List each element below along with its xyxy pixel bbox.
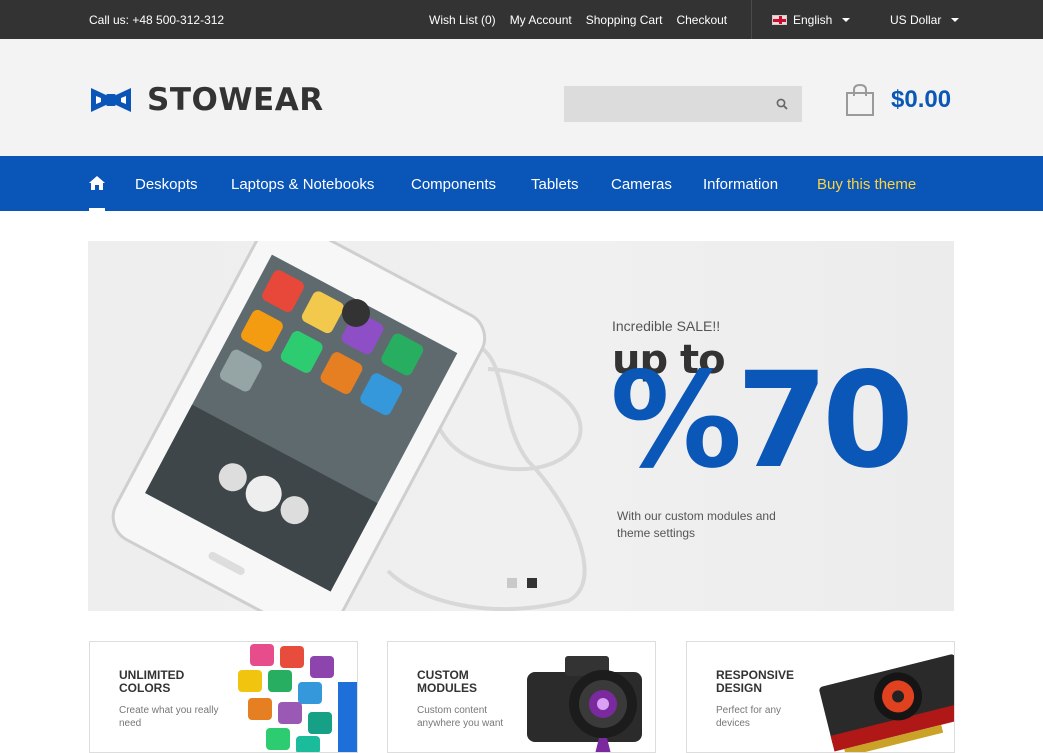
uk-flag-icon: [772, 15, 787, 25]
nav-item-desktops[interactable]: Deskopts: [135, 176, 198, 193]
search-box: [564, 86, 802, 122]
language-label: English: [793, 13, 833, 27]
chevron-down-icon: [951, 18, 960, 22]
chevron-down-icon: [842, 18, 851, 22]
feature-subtitle: Create what you really need: [119, 705, 219, 729]
language-selector[interactable]: English: [772, 13, 851, 27]
currency-label: US Dollar: [890, 13, 942, 27]
camera-image: [527, 656, 642, 752]
my-account-link[interactable]: My Account: [510, 13, 572, 27]
site-logo[interactable]: STOWEAR: [89, 82, 324, 118]
home-icon[interactable]: [89, 176, 105, 190]
bowtie-icon: [91, 88, 131, 112]
nav-item-components[interactable]: Components: [411, 176, 496, 193]
shopping-bag-icon: [846, 83, 874, 116]
active-indicator: [89, 208, 105, 211]
app-icons-image: [238, 644, 357, 752]
hero-slider[interactable]: Incredible SALE!! up to %70 With our cus…: [88, 241, 954, 611]
top-bar: Call us: +48 500-312-312 Wish List (0) M…: [0, 0, 1043, 39]
currency-selector[interactable]: US Dollar: [890, 13, 960, 27]
slider-dot-2[interactable]: [527, 578, 537, 588]
search-icon[interactable]: [776, 98, 788, 110]
slide-discount: %70: [610, 344, 914, 498]
slider-pagination: [507, 578, 537, 588]
feature-custom-modules[interactable]: CUSTOM MODULES Custom content anywhere y…: [387, 641, 656, 753]
nav-item-cameras[interactable]: Cameras: [611, 176, 672, 193]
feature-title: CUSTOM MODULES: [417, 668, 477, 695]
feature-subtitle: Custom content anywhere you want: [417, 705, 504, 729]
cart-summary[interactable]: $0.00: [845, 83, 951, 117]
site-header: STOWEAR $0.00: [0, 39, 1043, 156]
slide-kicker: Incredible SALE!!: [612, 318, 721, 334]
logo-text: STOWEAR: [147, 82, 324, 118]
wish-list-link[interactable]: Wish List (0): [429, 13, 496, 27]
feature-subtitle: Perfect for any devices: [716, 705, 782, 729]
topbar-divider: [751, 0, 752, 39]
graphics-card-image: [819, 654, 954, 752]
slider-dot-1[interactable]: [507, 578, 517, 588]
cart-total: $0.00: [891, 86, 952, 113]
nav-item-tablets[interactable]: Tablets: [531, 176, 579, 193]
account-links: Wish List (0) My Account Shopping Cart C…: [429, 13, 727, 27]
main-navigation: Deskopts Laptops & Notebooks Components …: [0, 156, 1043, 211]
nav-item-laptops[interactable]: Laptops & Notebooks: [231, 176, 374, 193]
contact-phone: Call us: +48 500-312-312: [89, 13, 225, 27]
checkout-link[interactable]: Checkout: [676, 13, 727, 27]
shopping-cart-link[interactable]: Shopping Cart: [586, 13, 663, 27]
search-input[interactable]: [564, 86, 764, 122]
feature-unlimited-colors[interactable]: UNLIMITED COLORS Create what you really …: [89, 641, 358, 753]
nav-item-buy-theme[interactable]: Buy this theme: [817, 176, 916, 193]
slide-description: With our custom modules and theme settin…: [617, 509, 776, 540]
feature-responsive-design[interactable]: RESPONSIVE DESIGN Perfect for any device…: [686, 641, 955, 753]
nav-item-information[interactable]: Information: [703, 176, 778, 193]
smartphone-image: [111, 241, 587, 611]
